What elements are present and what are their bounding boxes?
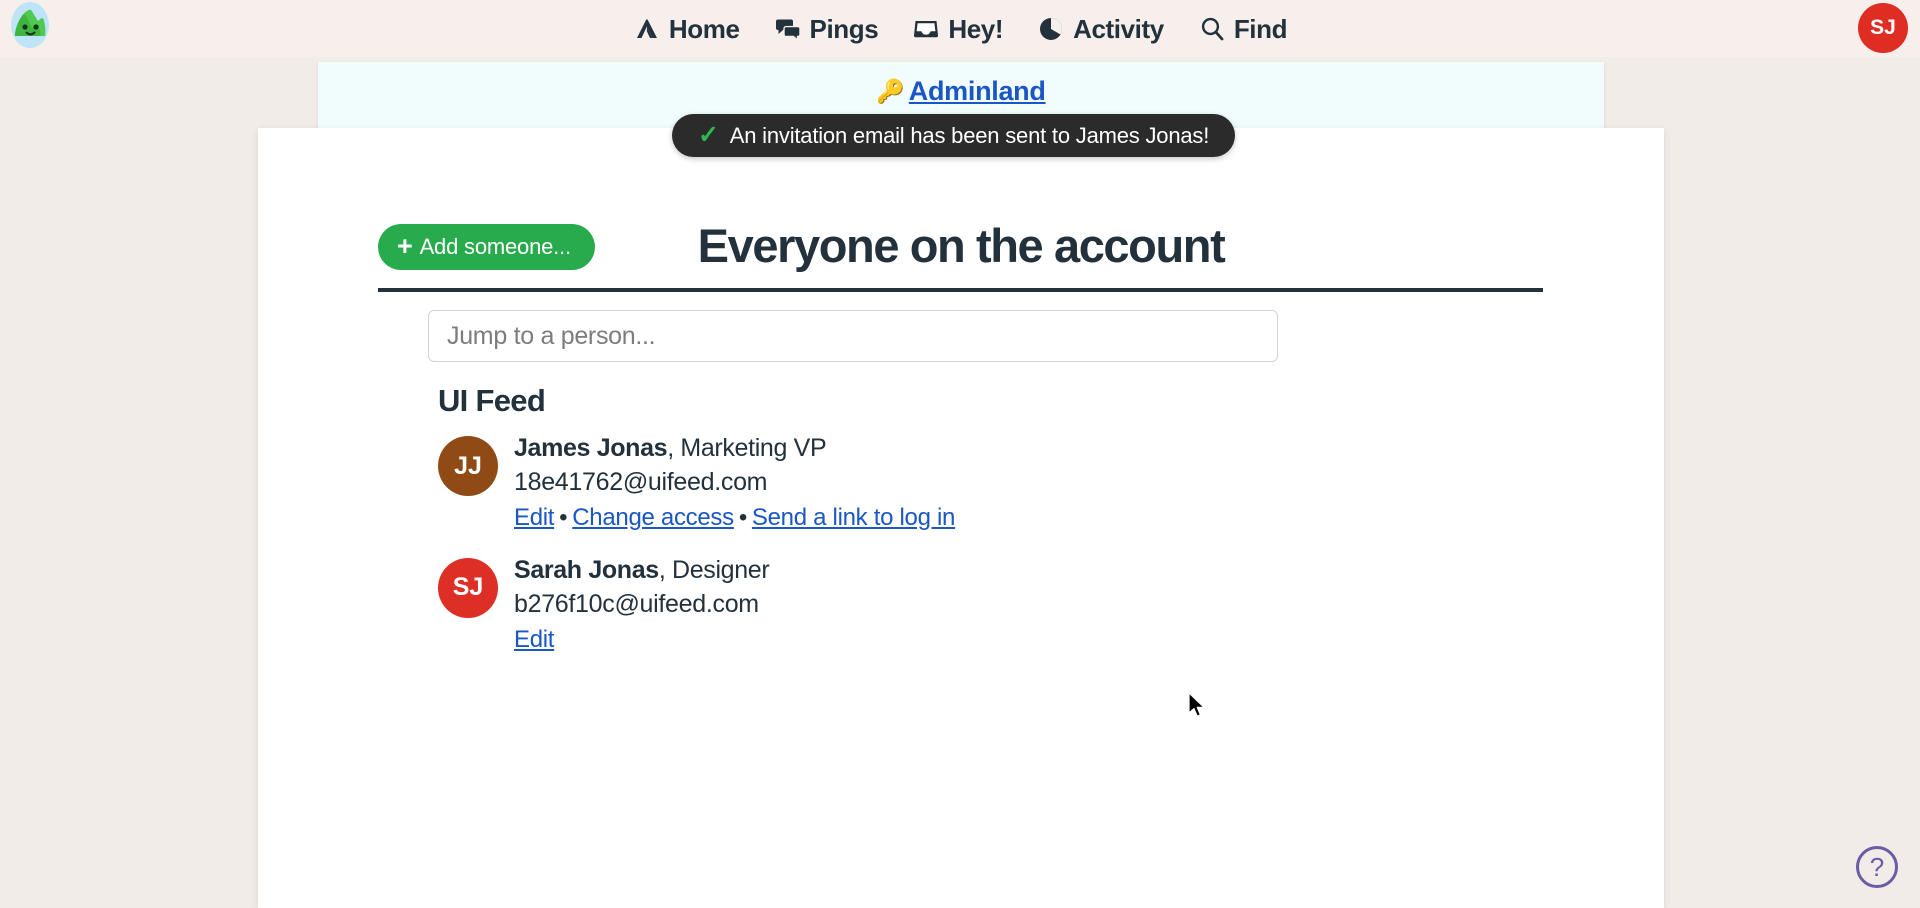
action-separator: • bbox=[738, 503, 747, 531]
person-email: b276f10c@uifeed.com bbox=[514, 590, 759, 619]
person-name: Sarah Jonas bbox=[514, 555, 659, 584]
help-button[interactable]: ? bbox=[1856, 846, 1898, 888]
nav-item-home[interactable]: Home bbox=[633, 15, 740, 43]
person-action-send-login-link[interactable]: Send a link to log in bbox=[752, 504, 955, 531]
action-separator: • bbox=[559, 503, 568, 531]
pie-chart-icon bbox=[1037, 15, 1065, 43]
nav-label-home: Home bbox=[668, 13, 740, 44]
person-role: Marketing VP bbox=[680, 434, 827, 462]
person-action-edit[interactable]: Edit bbox=[514, 626, 554, 653]
nav-item-find[interactable]: Find bbox=[1198, 13, 1288, 44]
person-action-change-access[interactable]: Change access bbox=[572, 504, 734, 531]
magnifier-icon bbox=[1198, 15, 1226, 43]
speech-bubbles-icon bbox=[774, 15, 802, 43]
search-input[interactable] bbox=[428, 310, 1278, 362]
top-navigation-bar: Home Pings Hey! Activity Find SJ bbox=[0, 0, 1920, 57]
nav-item-activity[interactable]: Activity bbox=[1037, 15, 1164, 43]
person-name-line: Sarah Jonas, Designer bbox=[514, 555, 770, 586]
person-actions: Edit bbox=[514, 624, 769, 655]
nav-label-activity: Activity bbox=[1073, 13, 1164, 44]
inbox-tray-icon bbox=[912, 15, 940, 43]
nav-label-hey: Hey! bbox=[948, 13, 1004, 44]
person-role-separator: , bbox=[658, 555, 673, 584]
title-divider bbox=[378, 288, 1543, 292]
person-role: Designer bbox=[672, 555, 770, 584]
avatar[interactable]: SJ bbox=[438, 557, 498, 618]
person-actions: Edit • Change access • Send a link to log in bbox=[514, 502, 955, 533]
status-toast: ✓ An invitation email has been sent to J… bbox=[672, 114, 1236, 157]
avatar[interactable]: JJ bbox=[438, 436, 498, 496]
group-title: UI Feed bbox=[438, 383, 546, 418]
page-header-row: + Add someone... Everyone on the account bbox=[378, 218, 1544, 280]
home-icon bbox=[633, 15, 661, 43]
nav-item-pings[interactable]: Pings bbox=[774, 15, 879, 43]
avatar[interactable]: SJ bbox=[1858, 3, 1908, 53]
primary-nav-links: Home Pings Hey! Activity Find bbox=[0, 0, 1920, 57]
nav-label-pings: Pings bbox=[809, 13, 879, 44]
nav-label-find: Find bbox=[1233, 13, 1288, 44]
people-list: JJ James Jonas, Marketing VP 18e41762@ui… bbox=[438, 433, 1538, 677]
list-item: SJ Sarah Jonas, Designer b276f10c@uifeed… bbox=[438, 555, 1538, 655]
person-email: 18e41762@uifeed.com bbox=[514, 468, 768, 497]
adminland-link[interactable]: 🔑 Adminland bbox=[318, 76, 1604, 107]
person-name: James Jonas bbox=[514, 434, 668, 462]
nav-item-hey[interactable]: Hey! bbox=[912, 15, 1003, 43]
list-item: JJ James Jonas, Marketing VP 18e41762@ui… bbox=[438, 433, 1538, 533]
person-info: Sarah Jonas, Designer b276f10c@uifeed.co… bbox=[514, 555, 770, 655]
person-action-edit[interactable]: Edit bbox=[514, 504, 554, 531]
check-icon: ✓ bbox=[698, 121, 719, 149]
person-info: James Jonas, Marketing VP 18e41762@uifee… bbox=[514, 433, 955, 533]
page-title: Everyone on the account bbox=[697, 219, 1226, 272]
main-content-card: + Add someone... Everyone on the account… bbox=[258, 128, 1664, 908]
person-role-separator: , bbox=[667, 434, 681, 462]
adminland-link-label: Adminland bbox=[908, 76, 1046, 106]
toast-message: An invitation email has been sent to Jam… bbox=[729, 122, 1210, 148]
key-icon: 🔑 bbox=[876, 78, 905, 104]
person-name-line: James Jonas, Marketing VP bbox=[514, 433, 955, 464]
